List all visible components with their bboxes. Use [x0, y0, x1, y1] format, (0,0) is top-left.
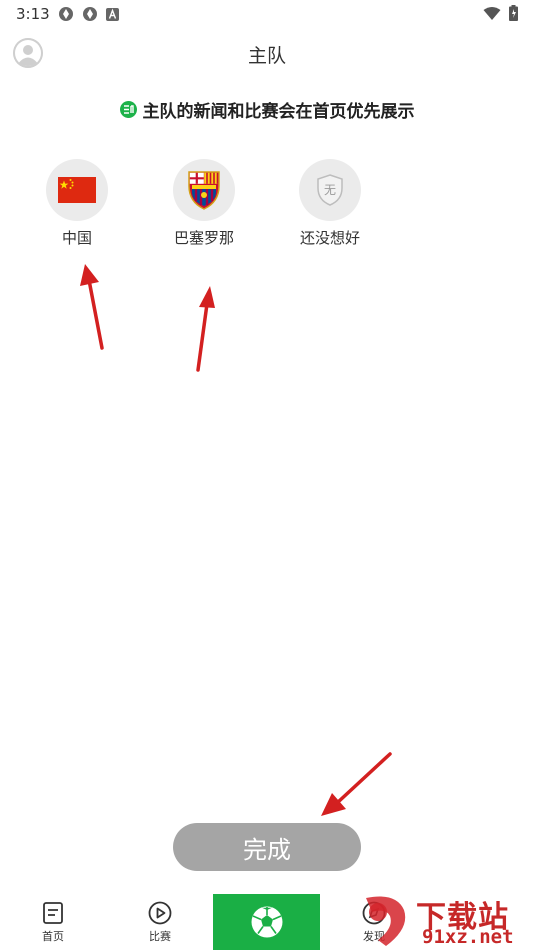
notification-a-icon [106, 7, 119, 21]
team-name: 巴塞罗那 [173, 229, 234, 247]
nav-item-home[interactable]: 首页 [23, 901, 83, 944]
watermark: 下载站 91xz.net [354, 890, 534, 950]
nav-item-matches[interactable]: 比赛 [130, 901, 190, 944]
status-system-icons [483, 5, 518, 21]
notification-app-icon [83, 7, 97, 21]
team-badge: 无 [299, 159, 361, 221]
team-option-undecided[interactable]: 无 还没想好 [270, 159, 390, 248]
team-badge [173, 159, 235, 221]
nav-label: 比赛 [149, 930, 171, 943]
watermark-logo [366, 896, 406, 946]
play-circle-icon [148, 901, 172, 925]
annotation-arrow [321, 752, 392, 816]
team-name: 还没想好 [299, 229, 360, 247]
nav-item-home-team[interactable] [213, 894, 320, 950]
status-notification-icons [58, 6, 119, 22]
news-icon [119, 101, 137, 118]
annotation-arrow [80, 264, 104, 350]
soccer-ball-icon [251, 906, 282, 938]
home-news-icon [43, 902, 63, 924]
nav-label: 首页 [42, 930, 64, 943]
annotation-arrow [196, 286, 215, 372]
page-title: 主队 [247, 45, 286, 67]
notice-text: 主队的新闻和比赛会在首页优先展示 [142, 102, 415, 122]
notification-app-icon [59, 7, 73, 21]
header: 主队 [0, 30, 534, 76]
team-name: 中国 [61, 229, 92, 247]
status-bar: 3:13 [0, 0, 534, 28]
battery-icon [509, 5, 518, 21]
team-option-china[interactable]: 中国 [17, 159, 137, 248]
team-badge [46, 159, 108, 221]
undecided-badge-text: 无 [323, 182, 336, 197]
barcelona-crest-icon [188, 171, 220, 210]
status-time: 3:13 [16, 5, 50, 23]
team-option-barcelona[interactable]: 巴塞罗那 [144, 159, 264, 248]
watermark-url: 91xz.net [422, 926, 514, 948]
wifi-icon [483, 6, 501, 20]
china-flag-icon [58, 177, 96, 203]
done-button[interactable]: 完成 [173, 823, 361, 871]
priority-notice: 主队的新闻和比赛会在首页优先展示 [0, 97, 534, 122]
